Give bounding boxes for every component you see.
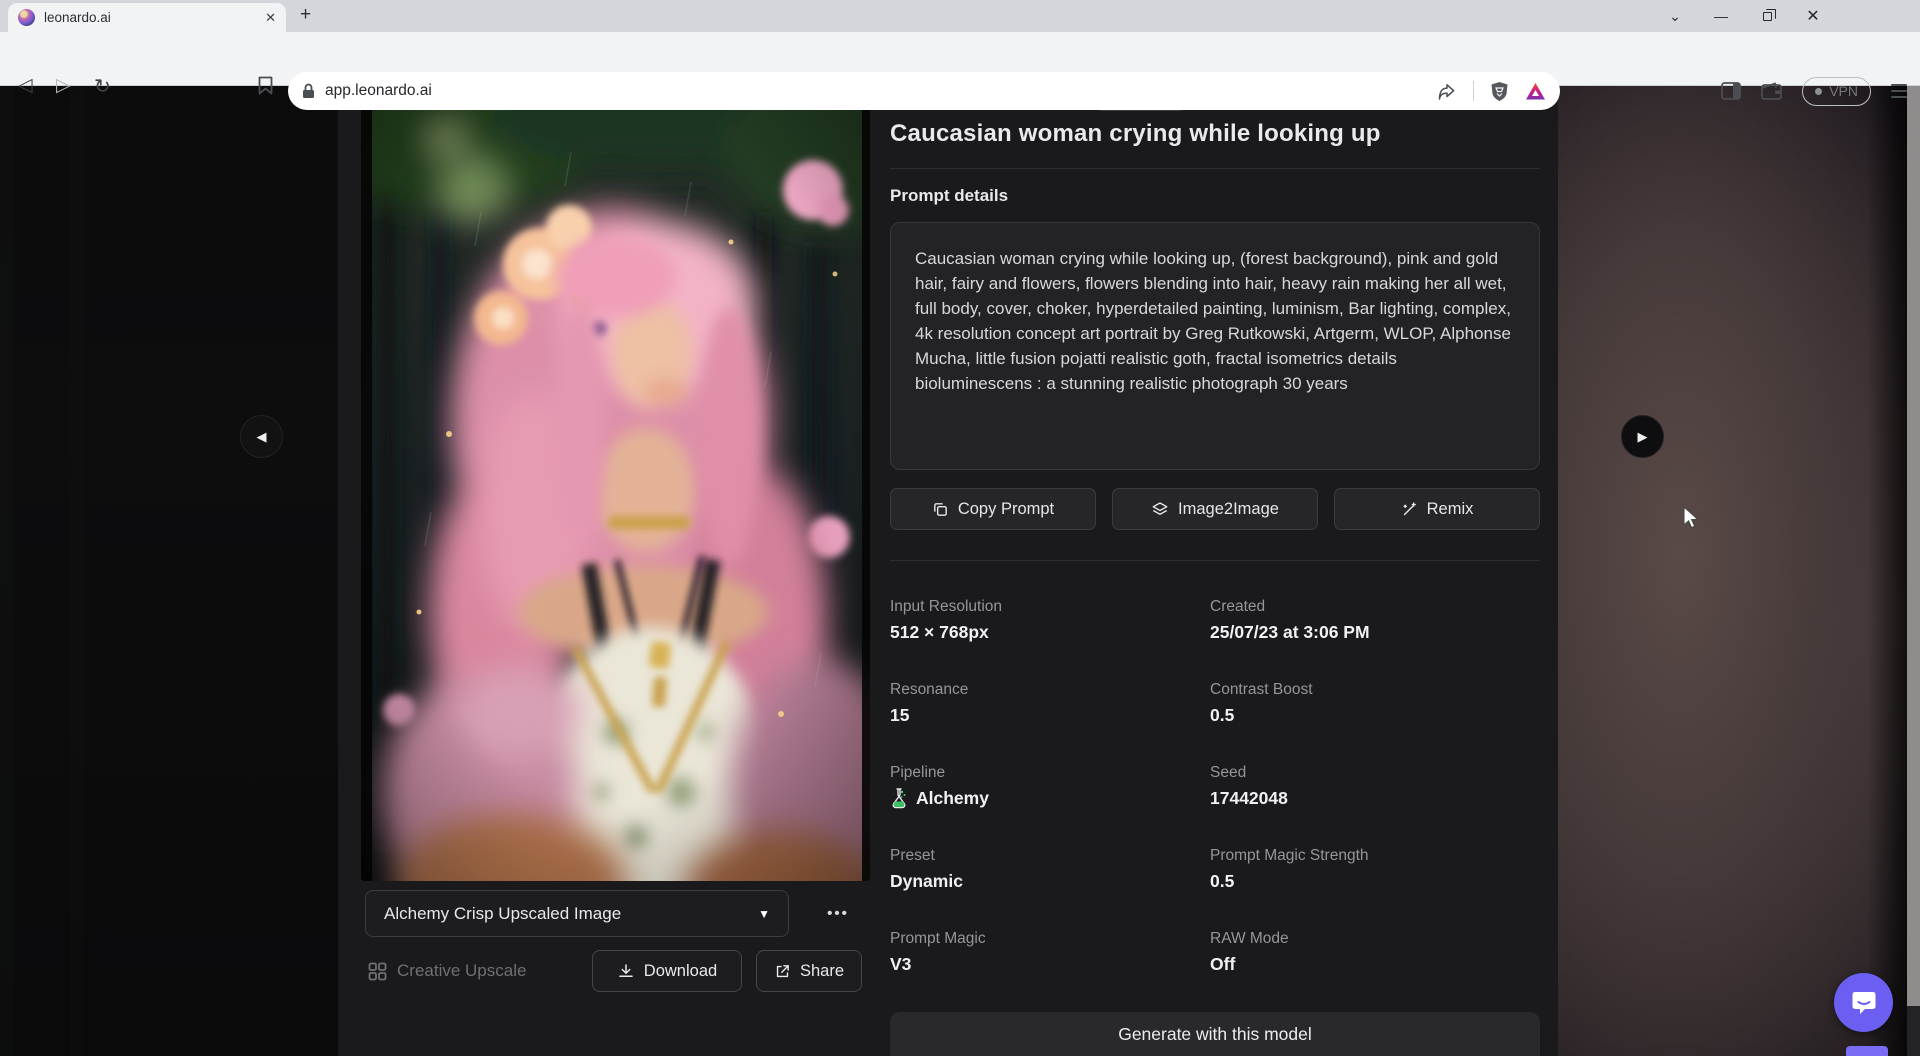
chevron-down-icon: ▼	[758, 907, 770, 921]
tab-title: leonardo.ai	[44, 10, 111, 25]
copy-prompt-button[interactable]: Copy Prompt	[890, 488, 1096, 530]
detail-pipeline: Pipeline Alchemy	[890, 764, 1210, 809]
variant-dropdown[interactable]: Alchemy Crisp Upscaled Image ▼	[365, 890, 789, 937]
window-close-icon[interactable]: ✕	[1790, 6, 1836, 26]
page-scrollbar-thumb[interactable]	[1907, 86, 1920, 1006]
share-button[interactable]: Share	[756, 950, 862, 992]
tab-bar: leonardo.ai ✕ + ⌄ — ✕	[0, 0, 1920, 32]
prompt-details-heading: Prompt details	[890, 186, 1008, 206]
leonardo-favicon	[18, 9, 35, 26]
detail-prompt-magic-strength: Prompt Magic Strength 0.5	[1210, 847, 1530, 892]
share-page-icon[interactable]	[1437, 82, 1457, 101]
divider	[890, 560, 1540, 561]
mouse-cursor	[1682, 506, 1704, 530]
detail-input-resolution: Input Resolution 512 × 768px	[890, 598, 1210, 643]
sidebar-icon[interactable]	[1721, 82, 1741, 100]
detail-prompt-magic: Prompt Magic V3	[890, 930, 1210, 975]
previous-image-button[interactable]: ◀	[240, 415, 283, 458]
remix-label: Remix	[1427, 500, 1474, 519]
back-icon[interactable]: ◁	[18, 74, 33, 97]
divider	[890, 168, 1540, 169]
detail-raw-mode: RAW Mode Off	[1210, 930, 1530, 975]
lock-icon	[302, 83, 315, 99]
image-actions-row: Creative Upscale Download Share	[365, 950, 865, 992]
download-icon	[617, 962, 635, 980]
chat-icon	[1850, 989, 1878, 1016]
window-controls: ⌄ — ✕	[1652, 0, 1836, 32]
detail-seed: Seed 17442048	[1210, 764, 1530, 809]
generate-with-model-button[interactable]: Generate with this model	[890, 1012, 1540, 1056]
backdrop-left	[0, 0, 338, 1056]
browser-chrome: leonardo.ai ✕ + ⌄ — ✕ ◁ ▷ ↻	[0, 0, 1920, 86]
toolbar-right: VPN	[1721, 72, 1907, 110]
download-label: Download	[644, 962, 717, 981]
detail-contrast-boost: Contrast Boost 0.5	[1210, 681, 1530, 726]
divider	[1473, 81, 1474, 101]
new-tab-button[interactable]: +	[300, 4, 311, 26]
wand-icon	[1401, 501, 1418, 518]
toolbar: ◁ ▷ ↻ app.leonardo.ai	[0, 32, 1920, 86]
minimize-icon[interactable]: —	[1698, 8, 1744, 24]
download-button[interactable]: Download	[592, 950, 742, 992]
remix-button[interactable]: Remix	[1334, 488, 1540, 530]
detail-created: Created 25/07/23 at 3:06 PM	[1210, 598, 1530, 643]
backdrop-right	[1558, 86, 1907, 1056]
chat-button[interactable]	[1834, 973, 1893, 1032]
vpn-button[interactable]: VPN	[1802, 77, 1871, 106]
detail-preset: Preset Dynamic	[890, 847, 1210, 892]
chat-secondary-button[interactable]	[1846, 1046, 1888, 1056]
wallet-icon[interactable]	[1761, 82, 1782, 100]
more-options-button[interactable]: •••	[812, 890, 864, 937]
vpn-status-dot	[1815, 88, 1822, 95]
copy-icon	[932, 501, 949, 518]
generated-image[interactable]	[361, 92, 870, 881]
forward-icon[interactable]: ▷	[56, 74, 71, 97]
arrow-right-icon: ▶	[1638, 429, 1648, 445]
reload-icon[interactable]: ↻	[94, 74, 111, 99]
detail-resonance: Resonance 15	[890, 681, 1210, 726]
urlbar-icons	[1437, 81, 1546, 102]
url-bar[interactable]: app.leonardo.ai	[288, 72, 1560, 110]
vpn-label: VPN	[1829, 83, 1858, 99]
next-image-button[interactable]: ▶	[1621, 415, 1664, 458]
bookmark-icon[interactable]	[258, 76, 273, 95]
prompt-box: Caucasian woman crying while looking up,…	[890, 222, 1540, 470]
share-icon	[774, 963, 791, 980]
variant-dropdown-label: Alchemy Crisp Upscaled Image	[384, 904, 621, 924]
creative-upscale-label: Creative Upscale	[397, 961, 526, 981]
arrow-left-icon: ◀	[257, 429, 267, 445]
prompt-text: Caucasian woman crying while looking up,…	[915, 246, 1515, 396]
share-label: Share	[800, 962, 844, 981]
generated-image-art	[361, 92, 870, 881]
browser-window: Alchemy Crisp Upscaled Image ▼ ••• Creat…	[0, 0, 1920, 1056]
image-title: Caucasian woman crying while looking up	[890, 120, 1540, 148]
menu-icon[interactable]	[1891, 84, 1907, 98]
url-text: app.leonardo.ai	[325, 82, 432, 100]
image2image-label: Image2Image	[1178, 500, 1279, 519]
restore-icon[interactable]	[1744, 8, 1790, 24]
potion-icon	[890, 788, 908, 809]
upscale-grid-icon	[368, 962, 387, 981]
copy-prompt-label: Copy Prompt	[958, 500, 1054, 519]
brave-rewards-icon[interactable]	[1525, 82, 1546, 101]
tab-search-chevron-icon[interactable]: ⌄	[1652, 8, 1698, 25]
image2image-button[interactable]: Image2Image	[1112, 488, 1318, 530]
tab-leonardo[interactable]: leonardo.ai ✕	[8, 3, 286, 32]
brave-shield-icon[interactable]	[1490, 81, 1509, 102]
layers-icon	[1151, 500, 1169, 518]
tab-close-icon[interactable]: ✕	[265, 10, 276, 26]
creative-upscale-button[interactable]: Creative Upscale	[368, 950, 526, 992]
leonardo-page: Alchemy Crisp Upscaled Image ▼ ••• Creat…	[0, 0, 1920, 1056]
